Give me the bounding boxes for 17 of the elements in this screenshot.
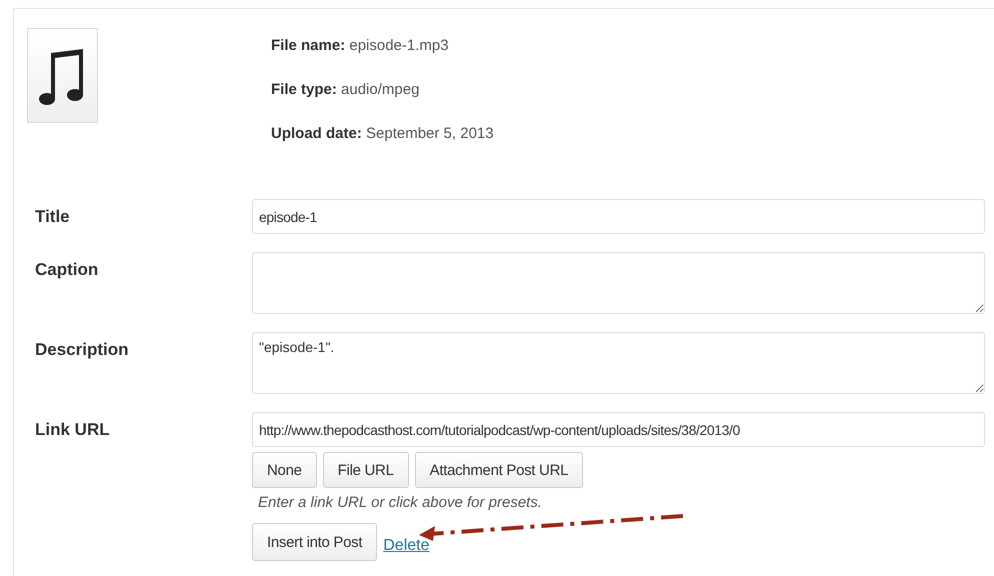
delete-link[interactable]: Delete	[383, 537, 430, 555]
file-info-text: File name: episode-1.mp3	[271, 37, 450, 54]
hint-text: Enter a link URL or click above for presets.	[258, 494, 544, 511]
text-area[interactable]	[252, 252, 985, 314]
field-label: Caption	[35, 259, 100, 280]
preset-button[interactable]: File URL	[322, 452, 409, 488]
insert-button[interactable]: Insert into Post	[252, 523, 378, 561]
text-field[interactable]: episode-1	[252, 199, 985, 234]
field-label: Description	[35, 339, 130, 360]
text-field[interactable]: http://www.thepodcasthost.com/tutorialpodcast/wp-content/uploads/sites/38/2013/0	[252, 412, 985, 447]
preset-button[interactable]: None	[252, 452, 317, 488]
field-label: Title	[35, 206, 71, 227]
text-area[interactable]: "episode-1".	[252, 332, 985, 394]
field-label: Link URL	[35, 419, 111, 440]
file-info-text: Upload date: September 5, 2013	[271, 125, 494, 142]
file-info-text: File type: audio/mpeg	[271, 81, 420, 98]
preset-button[interactable]: Attachment Post URL	[414, 452, 584, 488]
